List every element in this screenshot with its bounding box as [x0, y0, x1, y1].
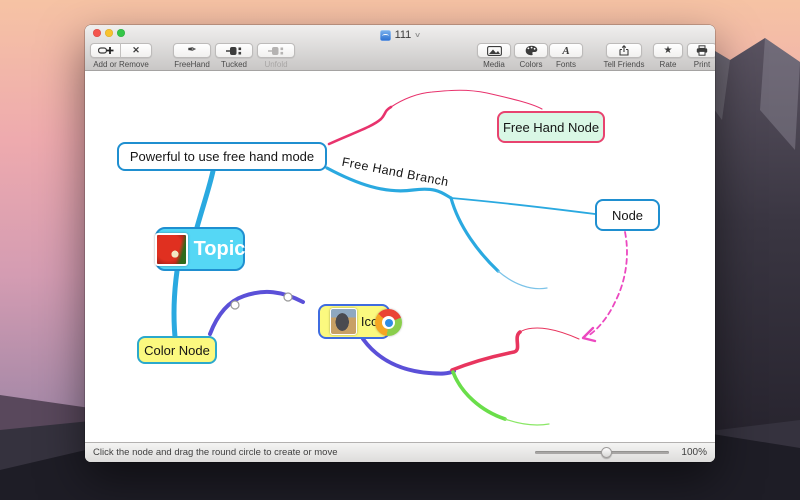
zebra-image — [329, 308, 357, 335]
red-branch-thin — [519, 327, 580, 340]
letter-a-icon: A — [562, 44, 570, 57]
add-node-button[interactable] — [90, 43, 121, 58]
freehand-control: ✒ FreeHand — [173, 43, 211, 69]
fonts-button[interactable]: A — [549, 43, 583, 58]
print-control: Print — [687, 43, 715, 69]
green-branch-thick — [451, 370, 507, 421]
document-proxy[interactable]: 111 ∨ — [379, 26, 421, 41]
tell-friends-button[interactable] — [606, 43, 642, 58]
node-powerful[interactable]: Powerful to use free hand mode — [117, 142, 327, 171]
colors-button[interactable] — [514, 43, 548, 58]
unfold-button[interactable] — [257, 43, 295, 58]
tell-friends-label: Tell Friends — [603, 60, 645, 69]
freehand-label: FreeHand — [174, 60, 210, 69]
palette-icon — [525, 45, 537, 56]
share-icon — [619, 45, 629, 56]
branch-downward-tip — [497, 270, 548, 290]
control-point[interactable] — [283, 292, 293, 302]
pill-plus-icon — [97, 47, 113, 54]
tucked-control: Tucked — [215, 43, 253, 69]
fonts-control: A Fonts — [549, 43, 583, 69]
control-point[interactable] — [230, 300, 240, 310]
rate-control: ★ Rate — [652, 43, 684, 69]
green-branch-thin — [504, 418, 550, 426]
add-or-remove-label: Add or Remove — [93, 60, 149, 69]
dashed-link-arrowhead — [581, 326, 597, 343]
window-title: 111 — [394, 29, 412, 41]
media-button[interactable] — [477, 43, 511, 58]
print-label: Print — [693, 60, 711, 69]
chrome-icon[interactable] — [375, 309, 402, 336]
tell-friends-control: Tell Friends — [601, 43, 647, 69]
unfold-label: Unfold — [264, 60, 288, 69]
node-plain[interactable]: Node — [595, 199, 660, 231]
traffic-lights — [93, 29, 125, 37]
node-topic-label: Topic — [193, 237, 246, 260]
toolbar: ✕ Add or Remove ✒ FreeHand Tucked Unfold… — [85, 42, 715, 70]
remove-x-icon: ✕ — [132, 45, 140, 55]
purple-branch-right — [361, 337, 456, 376]
node-powerful-label: Powerful to use free hand mode — [129, 149, 315, 164]
parrot-image — [154, 232, 188, 266]
document-icon — [379, 29, 391, 41]
expand-node-icon — [268, 46, 284, 55]
zoom-percentage: 100% — [681, 447, 707, 458]
mindmap-canvas[interactable]: Free Hand Branch Powerful to use free ha… — [85, 71, 715, 442]
app-window: 111 ∨ ✕ Add or Remove ✒ FreeHand Tucked … — [85, 25, 715, 462]
fonts-label: Fonts — [555, 60, 576, 69]
node-topic[interactable]: Topic — [154, 227, 246, 271]
window-chrome: 111 ∨ ✕ Add or Remove ✒ FreeHand Tucked … — [85, 25, 715, 71]
node-free-hand-label: Free Hand Node — [502, 119, 600, 135]
close-button[interactable] — [93, 29, 101, 37]
titlebar[interactable]: 111 ∨ — [85, 25, 715, 42]
chevron-down-icon[interactable]: ∨ — [414, 31, 421, 39]
status-hint: Click the node and drag the round circle… — [93, 447, 338, 458]
picture-icon — [486, 45, 502, 56]
print-button[interactable] — [687, 43, 715, 58]
colors-control: Colors — [514, 43, 548, 69]
tucked-button[interactable] — [215, 43, 253, 58]
freehand-curve-thick — [327, 105, 393, 146]
zoom-button[interactable] — [117, 29, 125, 37]
media-label: Media — [483, 60, 505, 69]
freehand-curve-thin — [390, 89, 543, 110]
remove-node-button[interactable]: ✕ — [121, 43, 152, 58]
zoom-slider[interactable] — [535, 447, 670, 458]
rate-label: Rate — [659, 60, 677, 69]
minimize-button[interactable] — [105, 29, 113, 37]
branch-downward — [449, 196, 500, 273]
node-ico[interactable]: Ico — [318, 304, 402, 339]
node-color[interactable]: Color Node — [137, 336, 217, 364]
main-branch-upper — [193, 168, 216, 234]
unfold-control: Unfold — [257, 43, 295, 69]
media-control: Media — [477, 43, 511, 69]
node-color-label: Color Node — [144, 342, 210, 358]
collapse-node-icon — [226, 46, 242, 55]
tucked-label: Tucked — [221, 60, 247, 69]
node-plain-label: Node — [611, 207, 644, 223]
rate-button[interactable]: ★ — [653, 43, 683, 58]
pen-icon: ✒ — [187, 44, 197, 56]
main-branch-lower — [171, 268, 180, 340]
printer-icon — [696, 45, 708, 56]
status-bar: Click the node and drag the round circle… — [85, 442, 715, 462]
node-free-hand[interactable]: Free Hand Node — [497, 111, 605, 143]
zoom-slider-knob[interactable] — [600, 447, 612, 458]
add-or-remove-control: ✕ Add or Remove — [90, 43, 152, 69]
freehand-button[interactable]: ✒ — [173, 43, 211, 58]
red-branch-thick — [450, 330, 522, 372]
star-icon: ★ — [663, 44, 673, 56]
dashed-link-curve — [587, 231, 628, 337]
branch-to-node — [450, 197, 596, 215]
colors-label: Colors — [519, 60, 543, 69]
